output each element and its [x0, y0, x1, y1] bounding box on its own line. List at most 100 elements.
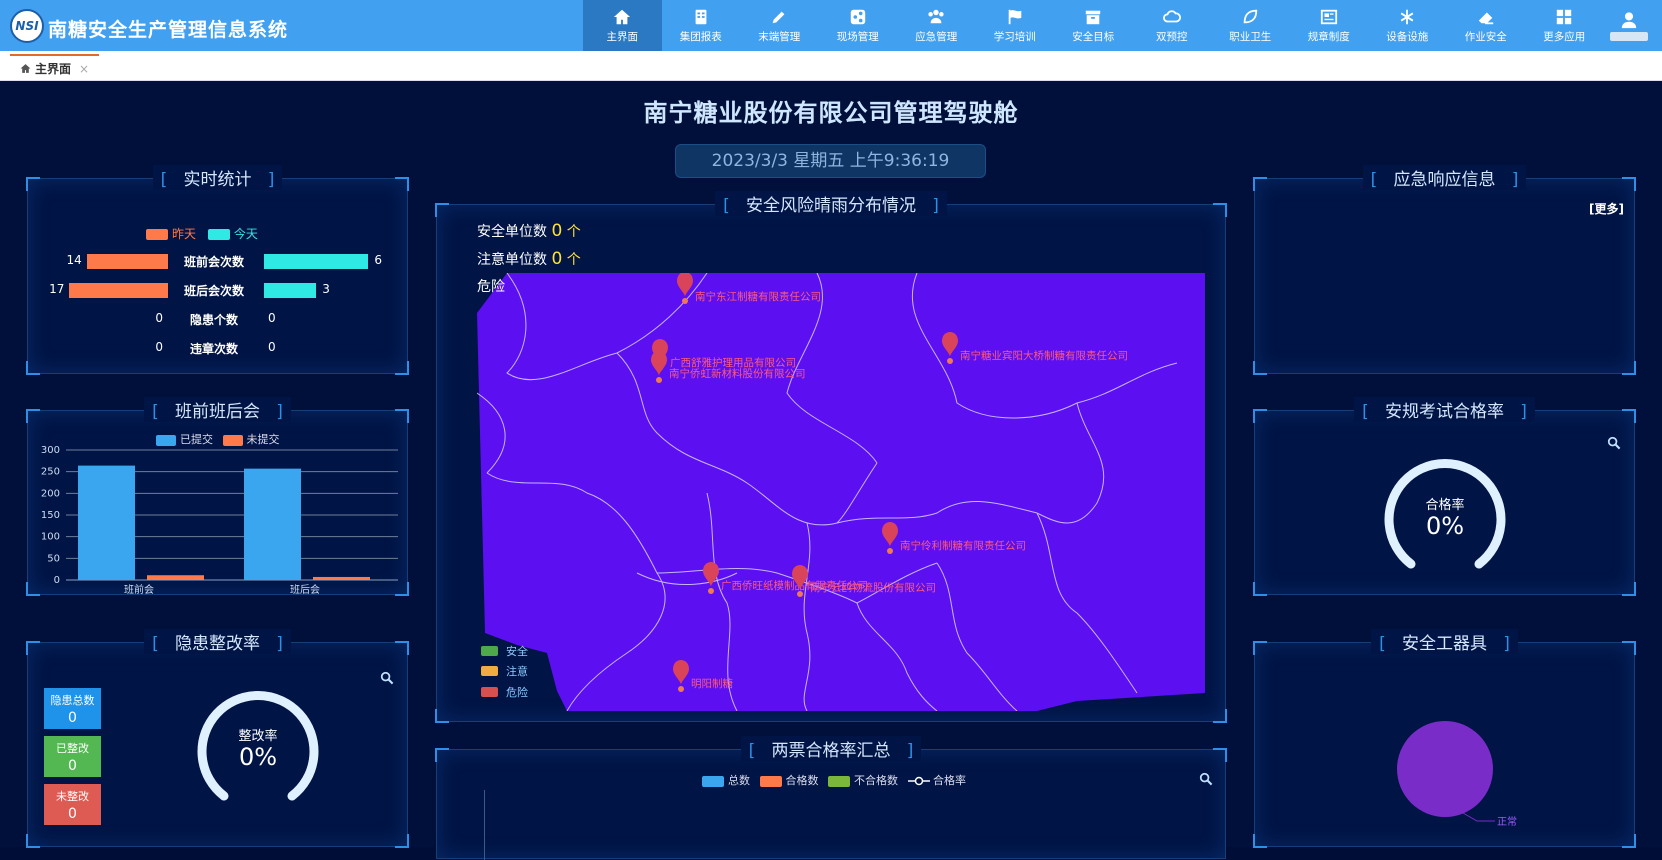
map-pin-label: 南宁伶利制糖有限责任公司 [900, 539, 1026, 552]
meeting-panel: [ 班前班后会 ] 已提交 未提交 0 50 100 150 200 250 300 班前会班… [26, 397, 409, 596]
meeting-title: 班前班后会 [175, 402, 260, 422]
legend-fail: 不合格数 [854, 774, 898, 787]
eraser-icon [1478, 12, 1493, 24]
row-label: 隐患个数 [189, 313, 238, 327]
x-category-label: 班前会 [124, 583, 154, 596]
bar-submitted[interactable] [78, 465, 135, 580]
risk-map-title: 安全风险晴雨分布情况 [746, 196, 916, 216]
map-pin-label: 南宁云鸥物流股份有限公司 [810, 581, 936, 594]
legend-fail-swatch [828, 775, 850, 787]
nav-item-5[interactable]: 学习培训 [976, 0, 1055, 51]
home-icon [614, 9, 631, 24]
kpi-value: 0 [68, 806, 77, 822]
zoom-icon[interactable] [380, 671, 394, 685]
bar-unsubmitted[interactable] [313, 576, 370, 580]
report-icon [695, 9, 707, 24]
hazard-kpi: 隐患总数 0 [44, 688, 101, 729]
newspaper-icon [1320, 9, 1337, 24]
realtime-row: 17 班后会次数 3 [28, 281, 408, 301]
yesterday-value: 0 [155, 340, 163, 354]
grid-icon [1557, 9, 1572, 24]
danger-unit-label: 危险 [477, 279, 505, 295]
nav-item-11[interactable]: 作业安全 [1447, 0, 1526, 51]
dashboard-datetime: 2023/3/3 星期五 上午9:36:19 [675, 144, 986, 178]
nav-item-label: 现场管理 [836, 30, 879, 43]
y-tick-label: 250 [41, 467, 60, 478]
hazard-kpi: 已整改 0 [44, 736, 101, 777]
realtime-legend: 昨天 今天 [146, 225, 258, 242]
exam-gauge-value: 0% [1425, 512, 1465, 540]
nav-item-label: 应急管理 [915, 30, 958, 43]
hazard-gauge-value: 0% [238, 743, 278, 771]
archive-icon [1086, 10, 1101, 24]
bar-submitted[interactable] [244, 468, 301, 580]
zoom-icon[interactable] [1607, 436, 1621, 450]
bar-unsubmitted[interactable] [147, 575, 204, 580]
tickets-title: 两票合格率汇总 [771, 741, 891, 761]
nav-item-2[interactable]: 末端管理 [740, 0, 819, 51]
legend-warn: 注意 [481, 663, 528, 679]
tickets-y-axis [484, 790, 485, 860]
realtime-title: 实时统计 [183, 170, 252, 190]
y-tick-label: 0 [54, 575, 60, 586]
risk-map[interactable]: 南宁东江制糖有限责任公司 南宁糖业宾阳大桥制糖有限责任公司 广西舒雅护理用品有限… [477, 273, 1205, 711]
tab-home[interactable]: 主界面 × [10, 54, 100, 81]
exam-title: 安规考试合格率 [1385, 402, 1504, 422]
nav-item-label: 更多应用 [1543, 30, 1586, 43]
kpi-label: 已整改 [56, 742, 89, 755]
nav-item-3[interactable]: 现场管理 [819, 0, 898, 51]
map-pin-label: 南宁东江制糖有限责任公司 [695, 290, 821, 303]
top-nav-bar: NSI 南糖安全生产管理信息系统 主界面 集团报表 末端管理 现场管理 应急管理 学习培训… [0, 0, 1662, 51]
dashboard-title: 南宁糖业股份有限公司管理驾驶舱 [643, 99, 1019, 127]
realtime-row: 14 班前会次数 6 [28, 252, 408, 272]
hazard-panel: [ 隐患整改率 ] 隐患总数 0 已整改 0 未整改 0 整改率 0% [26, 629, 409, 848]
user-icon [1621, 11, 1637, 28]
legend-yesterday: 昨天 [172, 227, 197, 241]
nav-item-9[interactable]: 规章制度 [1290, 0, 1369, 51]
today-value: 0 [268, 340, 276, 354]
user-menu[interactable] [1609, 0, 1649, 51]
bar-today [264, 254, 369, 269]
pie-slice-label: 正常 [1497, 815, 1517, 828]
legend-danger-swatch [481, 687, 498, 697]
bar-today [264, 283, 317, 298]
share-icon [850, 9, 865, 24]
legend-today: 今天 [233, 227, 258, 241]
nav-item-10[interactable]: 设备设施 [1368, 0, 1447, 51]
tab-close-icon[interactable]: × [79, 62, 89, 76]
yesterday-value: 17 [49, 282, 65, 296]
tickets-legend: 总数 合格数 不合格数 合格率 [702, 772, 966, 788]
y-tick-label: 150 [41, 510, 60, 521]
nav-item-1[interactable]: 集团报表 [662, 0, 741, 51]
cloud-icon [1162, 9, 1181, 22]
legend-pass: 合格数 [785, 774, 819, 787]
y-tick-label: 200 [41, 488, 60, 499]
legend-safe-swatch [481, 646, 498, 656]
main-nav: 主界面 集团报表 末端管理 现场管理 应急管理 学习培训 安全目标 双预控 职业卫生 规章制度 设备… [583, 0, 1604, 51]
emergency-title: 应急响应信息 [1393, 170, 1496, 190]
nav-item-0[interactable]: 主界面 [583, 0, 662, 51]
row-label: 违章次数 [189, 342, 238, 356]
today-value: 0 [268, 311, 276, 325]
nav-item-label: 集团报表 [679, 30, 722, 43]
pencil-icon [772, 11, 785, 23]
warn-unit-label: 注意单位数 [477, 252, 547, 268]
nav-item-label: 作业安全 [1464, 30, 1507, 43]
hazard-gauge-label: 整改率 [238, 729, 278, 744]
nav-item-label: 末端管理 [758, 30, 801, 43]
nav-item-7[interactable]: 双预控 [1133, 0, 1212, 51]
bar-yesterday [86, 254, 168, 269]
nav-item-4[interactable]: 应急管理 [897, 0, 976, 51]
zoom-icon[interactable] [1199, 772, 1213, 786]
company-logo: NSI [10, 9, 44, 43]
yesterday-value: 14 [66, 253, 82, 267]
more-link[interactable]: [更多] [1589, 200, 1624, 217]
nav-item-6[interactable]: 安全目标 [1054, 0, 1133, 51]
yesterday-value: 0 [155, 311, 163, 325]
nav-item-label: 职业卫生 [1229, 30, 1272, 43]
home-icon [20, 64, 31, 73]
nav-item-12[interactable]: 更多应用 [1525, 0, 1604, 51]
nav-item-8[interactable]: 职业卫生 [1211, 0, 1290, 51]
legend-safe: 安全 [481, 643, 528, 659]
nav-item-label: 双预控 [1156, 30, 1188, 43]
